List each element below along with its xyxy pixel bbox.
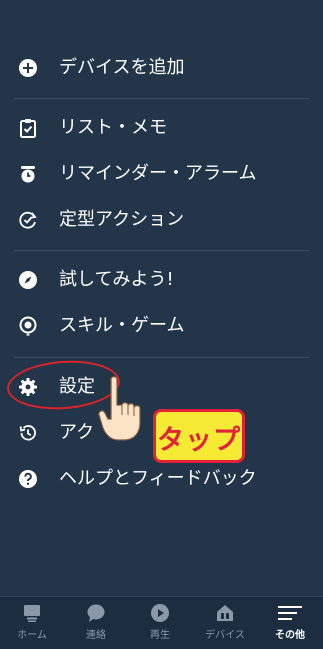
menu-lines-icon <box>277 603 303 623</box>
bottom-tab-bar: ホーム 連絡 再生 デバイス その他 <box>0 596 323 649</box>
tab-play[interactable]: 再生 <box>128 597 192 649</box>
tab-home[interactable]: ホーム <box>0 597 64 649</box>
tab-devices[interactable]: デバイス <box>193 597 257 649</box>
menu-item-skills[interactable]: スキル・ゲーム <box>0 306 323 346</box>
menu-item-try[interactable]: 試してみよう! <box>0 260 323 300</box>
menu-item-add-device[interactable]: デバイスを追加 <box>0 48 323 88</box>
menu-item-label: 試してみよう! <box>59 269 174 290</box>
divider <box>14 250 309 251</box>
routine-check-icon <box>18 210 38 230</box>
menu-item-label: リマインダー・アラーム <box>59 163 257 184</box>
divider <box>14 98 309 99</box>
tab-more[interactable]: その他 <box>258 597 322 649</box>
menu-item-reminders[interactable]: リマインダー・アラーム <box>0 154 323 194</box>
tab-communicate[interactable]: 連絡 <box>64 597 128 649</box>
tab-label: その他 <box>275 630 305 641</box>
tab-label: ホーム <box>17 630 47 641</box>
devices-icon <box>215 603 235 623</box>
pointing-hand-icon <box>96 375 158 443</box>
tab-label: 連絡 <box>86 630 106 641</box>
chat-bubble-icon <box>86 603 106 623</box>
home-icon <box>22 603 42 623</box>
menu-item-routines[interactable]: 定型アクション <box>0 200 323 240</box>
tab-label: デバイス <box>205 630 245 641</box>
menu-item-label: アク <box>59 422 95 443</box>
help-icon <box>18 469 38 489</box>
play-icon <box>150 603 170 623</box>
divider <box>14 357 309 358</box>
compass-icon <box>18 270 38 290</box>
menu-item-help[interactable]: ヘルプとフィードバック <box>0 459 323 499</box>
menu-item-label: リスト・メモ <box>59 117 167 138</box>
menu-item-label: 定型アクション <box>59 209 185 230</box>
skills-icon <box>18 316 38 336</box>
menu-item-label: デバイスを追加 <box>59 57 185 78</box>
menu-item-label: ヘルプとフィードバック <box>59 468 257 489</box>
history-icon <box>18 423 38 443</box>
tap-callout-text: タップ <box>157 425 241 456</box>
clipboard-check-icon <box>18 118 38 138</box>
plus-circle-icon <box>18 58 38 78</box>
menu-item-lists[interactable]: リスト・メモ <box>0 108 323 148</box>
alarm-clock-icon <box>18 164 38 184</box>
tap-callout: タップ <box>153 409 245 463</box>
menu-item-label: スキル・ゲーム <box>59 315 185 336</box>
tab-label: 再生 <box>150 630 170 641</box>
